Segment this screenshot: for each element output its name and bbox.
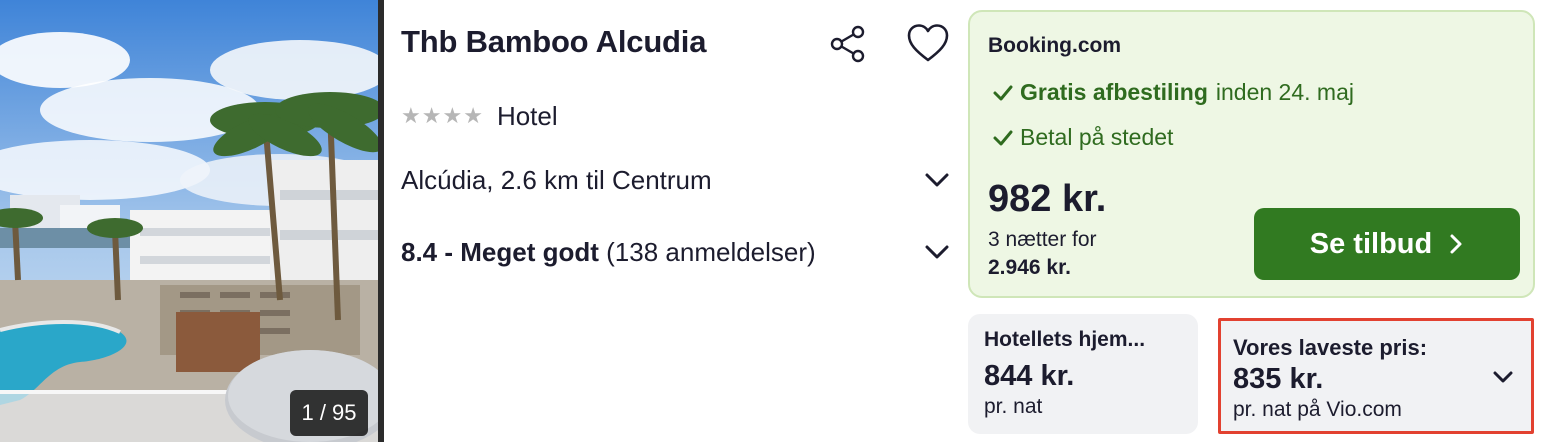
- favorite-button[interactable]: [905, 20, 951, 66]
- perk-text: Betal på stedet: [1020, 124, 1174, 150]
- hotel-name[interactable]: Thb Bamboo Alcudia: [401, 24, 706, 60]
- photo-counter: 1 / 95: [290, 390, 368, 436]
- star-icon: ★: [421, 103, 442, 128]
- review-text: 8.4 - Meget godt (138 anmeldelser): [401, 237, 816, 268]
- check-icon: [993, 85, 1013, 100]
- heart-icon: [907, 24, 949, 62]
- chevron-down-icon: [923, 242, 951, 262]
- see-offer-label: Se tilbud: [1309, 227, 1433, 260]
- alt-offer-price: 844 kr.: [984, 360, 1075, 392]
- main-offer-card[interactable]: Booking.com Gratis afbestiling inden 24.…: [968, 10, 1535, 298]
- hotel-photo-image: [0, 0, 384, 442]
- star-rating: ★ ★ ★ ★: [401, 105, 483, 127]
- star-icon: ★: [463, 103, 483, 128]
- chevron-down-icon: [1489, 367, 1517, 387]
- share-button[interactable]: [826, 22, 870, 66]
- alt-offer-lowest-price[interactable]: Vores laveste pris: 835 kr. pr. nat på V…: [1218, 318, 1534, 434]
- location-row[interactable]: Alcúdia, 2.6 km til Centrum: [401, 160, 951, 200]
- perk-pay-at-property: Betal på stedet: [992, 124, 1173, 151]
- chevron-right-icon: [1450, 234, 1462, 254]
- star-icon: ★: [442, 103, 463, 128]
- offer-price: 982 kr.: [988, 178, 1107, 220]
- alt-offer-price: 835 kr.: [1233, 363, 1324, 395]
- nights-text: 3 nætter for: [988, 228, 1097, 251]
- chevron-down-icon: [923, 170, 951, 190]
- hotel-photo[interactable]: 1 / 95: [0, 0, 384, 442]
- perk-free-cancellation: Gratis afbestiling inden 24. maj: [992, 79, 1354, 106]
- alt-offer-hotel-website[interactable]: Hotellets hjem... 844 kr. pr. nat: [968, 314, 1198, 434]
- alt-offer-sub: pr. nat på Vio.com: [1233, 398, 1402, 421]
- share-icon: [830, 25, 865, 63]
- alt-offer-sub: pr. nat: [984, 395, 1043, 418]
- perk-text: inden 24. maj: [1215, 79, 1354, 105]
- review-score: 8.4 - Meget godt: [401, 236, 599, 267]
- hotel-type: Hotel: [496, 100, 558, 131]
- check-icon: [993, 130, 1013, 145]
- perk-bold-text: Gratis afbestiling: [1020, 79, 1208, 105]
- offer-total: 3 nætter for 2.946 kr.: [988, 226, 1097, 282]
- location-text: Alcúdia, 2.6 km til Centrum: [401, 164, 712, 195]
- review-count: (138 anmeldelser): [606, 236, 816, 267]
- hotel-category-row: ★ ★ ★ ★ Hotel: [401, 98, 558, 134]
- review-row[interactable]: 8.4 - Meget godt (138 anmeldelser): [401, 232, 951, 272]
- offer-provider: Booking.com: [988, 34, 1122, 57]
- star-icon: ★: [401, 103, 421, 128]
- alt-offer-label: Hotellets hjem...: [984, 328, 1146, 351]
- alt-offer-label: Vores laveste pris:: [1233, 335, 1428, 360]
- see-offer-button[interactable]: Se tilbud: [1254, 208, 1520, 280]
- total-price: 2.946 kr.: [988, 256, 1071, 279]
